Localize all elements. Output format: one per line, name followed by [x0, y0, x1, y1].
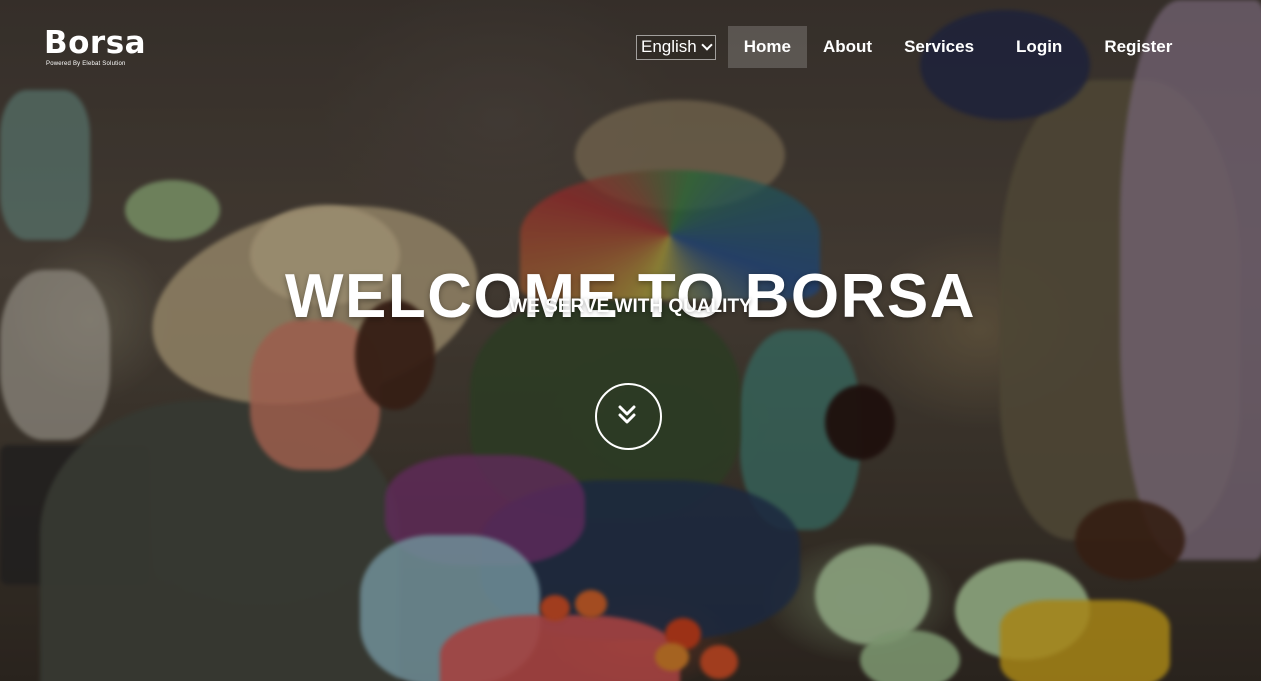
hero-subtitle: WE SERVE WITH QUALITY — [509, 296, 752, 317]
hero-section: Borsa Powered By Elebat Solution English… — [0, 0, 1261, 681]
nav-register[interactable]: Register — [1088, 26, 1188, 68]
language-select[interactable]: English — [636, 34, 716, 60]
nav-login[interactable]: Login — [1000, 26, 1078, 68]
brand-logo[interactable]: Borsa Powered By Elebat Solution — [44, 26, 146, 68]
scroll-down-button[interactable] — [595, 383, 662, 450]
nav-services[interactable]: Services — [888, 26, 990, 68]
chevron-down-icon — [701, 39, 713, 51]
language-value: English — [641, 37, 697, 56]
brand-tagline: Powered By Elebat Solution — [46, 61, 126, 67]
nav-home[interactable]: Home — [727, 26, 807, 68]
brand-name: Borsa — [44, 25, 147, 61]
double-chevron-down-icon — [618, 405, 636, 424]
main-nav: English Home About Services Login Regist… — [636, 26, 1188, 68]
nav-about[interactable]: About — [807, 26, 888, 68]
hero-overlay — [0, 0, 1261, 681]
